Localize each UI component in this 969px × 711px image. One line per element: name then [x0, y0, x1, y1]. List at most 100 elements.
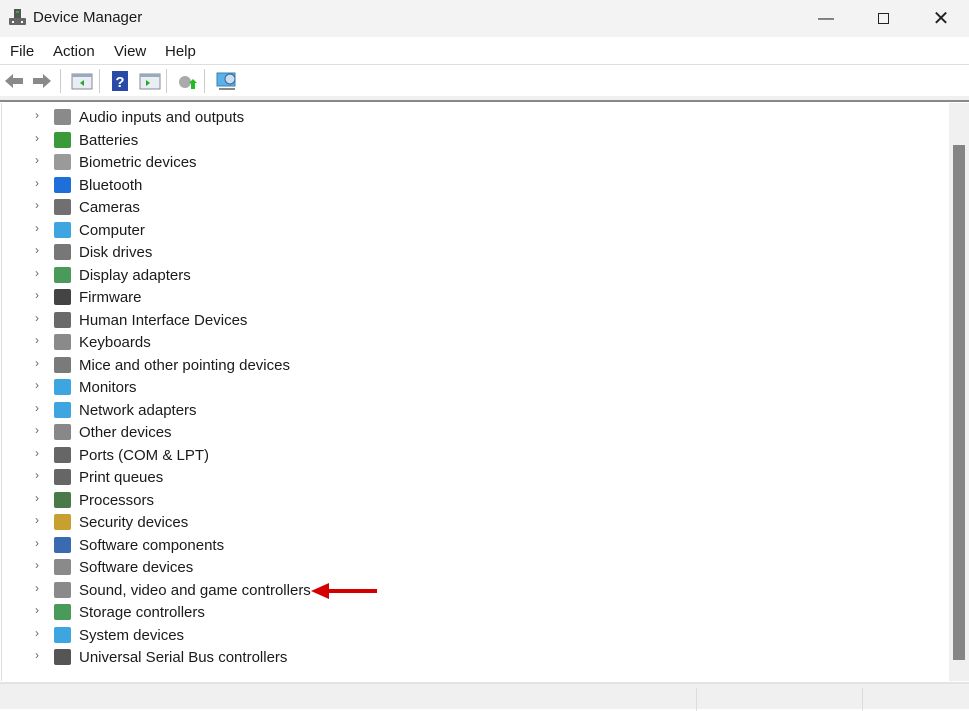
chevron-right-icon[interactable]: › — [35, 626, 39, 640]
tree-node[interactable]: › Computer — [2, 219, 402, 241]
monitor-icon — [54, 379, 71, 395]
chevron-right-icon[interactable]: › — [35, 333, 39, 347]
tree-node[interactable]: › Ports (COM & LPT) — [2, 444, 402, 466]
tree-node[interactable]: › Network adapters — [2, 399, 402, 421]
back-icon[interactable] — [3, 71, 25, 91]
tree-node[interactable]: › Keyboards — [2, 331, 402, 353]
chevron-right-icon[interactable]: › — [35, 401, 39, 415]
menu-action[interactable]: Action — [53, 43, 95, 60]
show-action-pane-icon[interactable] — [139, 71, 161, 91]
chevron-right-icon[interactable]: › — [35, 581, 39, 595]
chevron-right-icon[interactable]: › — [35, 108, 39, 122]
camera-icon — [54, 199, 71, 215]
keyboard-icon — [54, 334, 71, 350]
tree-node-label: Cameras — [79, 199, 140, 216]
svg-text:?: ? — [115, 74, 124, 91]
system-devices-icon — [54, 626, 71, 643]
tree-node[interactable]: › Bluetooth — [2, 174, 402, 196]
minimize-button[interactable]: — — [797, 0, 855, 37]
usb-icon — [54, 649, 71, 665]
chevron-right-icon[interactable]: › — [35, 513, 39, 527]
tree-node-label: Software components — [79, 536, 225, 554]
tree-node[interactable]: › Cameras — [2, 196, 402, 218]
tree-node[interactable]: › Other devices — [2, 421, 402, 443]
processor-icon — [54, 491, 71, 508]
tree-node[interactable]: › Audio inputs and outputs — [2, 106, 402, 128]
show-hide-console-tree-icon[interactable] — [71, 71, 93, 91]
tree-node[interactable]: › Disk drives — [2, 241, 402, 263]
tree-node-label: Computer — [79, 221, 145, 239]
tree-node-label: Processors — [79, 491, 155, 509]
tree-node[interactable]: › Monitors — [2, 376, 402, 398]
tree-node-label: Human Interface Devices — [79, 311, 248, 329]
scrollbar-thumb[interactable] — [953, 145, 965, 660]
device-manager-app-icon — [9, 9, 26, 25]
chevron-right-icon[interactable]: › — [35, 468, 39, 482]
software-component-icon — [54, 536, 71, 553]
tree-node-label: Firmware — [79, 289, 142, 306]
tree-node-label: Batteries — [79, 131, 139, 149]
tree-node-label: Print queues — [79, 469, 164, 486]
tree-node-label: Other devices — [79, 424, 172, 441]
computer-icon — [54, 221, 71, 238]
tree-node[interactable]: › Human Interface Devices — [2, 309, 402, 331]
chevron-right-icon[interactable]: › — [35, 423, 39, 437]
tree-node[interactable]: › Batteries — [2, 129, 402, 151]
chevron-right-icon[interactable]: › — [35, 648, 39, 662]
chevron-right-icon[interactable]: › — [35, 153, 39, 167]
chevron-right-icon[interactable]: › — [35, 536, 39, 550]
chevron-right-icon[interactable]: › — [35, 491, 39, 505]
hid-icon — [54, 311, 71, 328]
chevron-right-icon[interactable]: › — [35, 311, 39, 325]
speaker-icon — [54, 109, 71, 125]
tree-node-label: Sound, video and game controllers — [79, 581, 311, 599]
chevron-right-icon[interactable]: › — [35, 356, 39, 370]
close-button[interactable]: ✕ — [912, 0, 969, 37]
status-divider — [862, 688, 863, 711]
chevron-right-icon[interactable]: › — [35, 288, 39, 302]
tree-node[interactable]: › Processors — [2, 489, 402, 511]
window-title: Device Manager — [33, 9, 143, 26]
tree-node[interactable]: › Firmware — [2, 286, 402, 308]
help-icon[interactable]: ? — [110, 71, 132, 91]
tree-node-label: Bluetooth — [79, 176, 143, 194]
maximize-button[interactable] — [854, 0, 912, 37]
storage-controller-icon — [54, 604, 71, 620]
menu-help[interactable]: Help — [165, 43, 196, 60]
toolbar-divider — [0, 96, 969, 102]
chevron-right-icon[interactable]: › — [35, 266, 39, 280]
menu-file[interactable]: File — [10, 43, 34, 60]
tree-node[interactable]: › Mice and other pointing devices — [2, 354, 402, 376]
vertical-scrollbar[interactable] — [949, 103, 969, 681]
tree-node-label: Software devices — [79, 559, 194, 576]
minimize-icon: — — [818, 9, 834, 27]
scan-hardware-icon[interactable] — [216, 71, 238, 91]
chevron-right-icon[interactable]: › — [35, 378, 39, 392]
tree-node[interactable]: › Print queues — [2, 466, 402, 488]
tree-node-label: Universal Serial Bus controllers — [79, 649, 288, 666]
tree-node[interactable]: › System devices — [2, 624, 402, 646]
tree-node-label: Storage controllers — [79, 604, 205, 621]
tree-node[interactable]: › Software components — [2, 534, 402, 556]
tree-node[interactable]: › Display adapters — [2, 264, 402, 286]
toolbar-separator — [60, 69, 61, 93]
chevron-right-icon[interactable]: › — [35, 176, 39, 190]
tree-node[interactable]: › Storage controllers — [2, 601, 402, 623]
menu-view[interactable]: View — [114, 43, 146, 60]
fingerprint-icon — [54, 154, 71, 170]
tree-node[interactable]: › Software devices — [2, 556, 402, 578]
forward-icon[interactable] — [31, 71, 53, 91]
chevron-right-icon[interactable]: › — [35, 603, 39, 617]
toolbar-separator — [166, 69, 167, 93]
tree-node-label: Audio inputs and outputs — [79, 109, 245, 126]
chevron-right-icon[interactable]: › — [35, 558, 39, 572]
chevron-right-icon[interactable]: › — [35, 243, 39, 257]
tree-node[interactable]: › Biometric devices — [2, 151, 402, 173]
chevron-right-icon[interactable]: › — [35, 221, 39, 235]
tree-node[interactable]: › Universal Serial Bus controllers — [2, 646, 402, 668]
chevron-right-icon[interactable]: › — [35, 446, 39, 460]
update-driver-icon[interactable] — [176, 71, 198, 91]
chevron-right-icon[interactable]: › — [35, 198, 39, 212]
tree-node[interactable]: › Security devices — [2, 511, 402, 533]
chevron-right-icon[interactable]: › — [35, 131, 39, 145]
